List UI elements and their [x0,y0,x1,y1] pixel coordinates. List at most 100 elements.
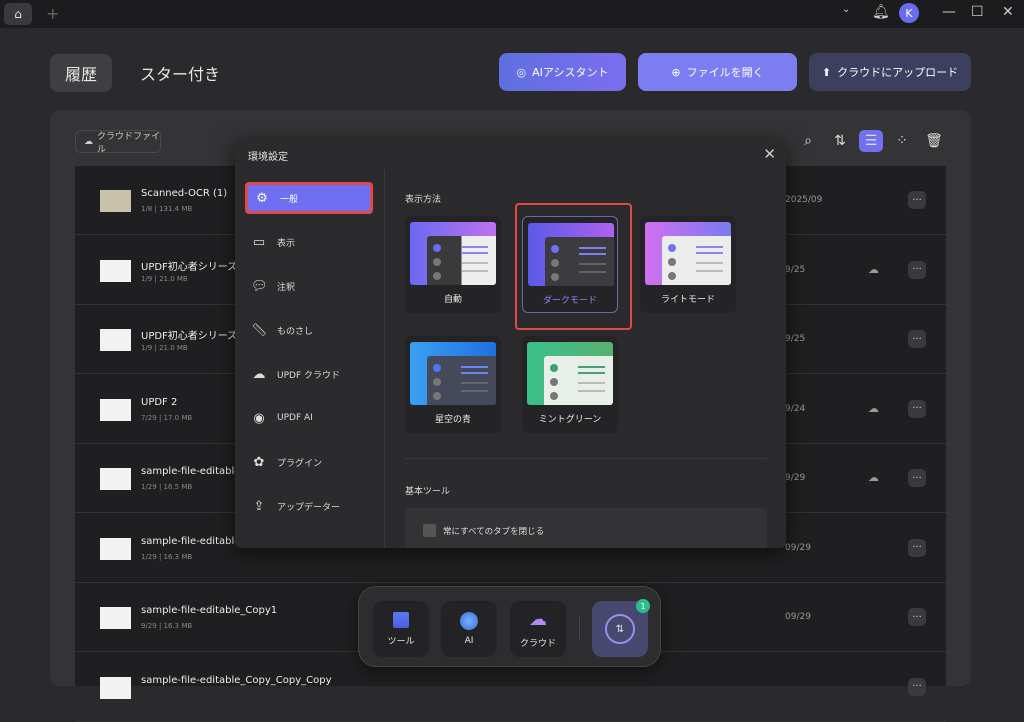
cloud-files-button[interactable]: ☁ クラウドファイル [75,130,161,155]
theme-option[interactable]: ミントグリーン [522,336,618,433]
sidebar-item-comment[interactable]: 💬︎ 注釈 [245,270,373,302]
more-options-button[interactable]: ··· [908,677,926,696]
ai-icon: ◎ [516,65,527,79]
file-name: Scanned-OCR (1) [141,188,228,199]
close-icon[interactable]: ✕ [1002,4,1014,20]
title-bar: ⌂ + ⌄ 🔔︎ K — ☐ ✕ [0,0,1024,28]
sidebar-item-layout[interactable]: ▭ 表示 [245,226,373,258]
file-thumbnail [100,676,131,699]
file-meta: 1/29 | 16.3 MB [141,552,193,561]
sort-icon[interactable]: ⇅ [828,130,852,152]
more-options-button[interactable]: ··· [908,191,926,209]
theme-option[interactable]: 自動 [405,216,501,313]
ruler-icon: 📏︎ [251,322,268,338]
cloud-synced-icon: ☁ [868,471,879,484]
general-settings: 表示方法 自動 ダークモード ライトモード 星空の青 ミントグリーン 基本ツール… [386,170,786,548]
theme-option[interactable]: 星空の青 [405,336,501,433]
notification-badge: 1 [636,599,650,613]
new-tab-icon[interactable]: + [46,4,59,23]
ai-icon: ◉ [253,410,265,426]
close-dialog-icon[interactable]: ✕ [763,145,776,163]
bottom-dock: ツール AI ☁ クラウド ⇅ 1 [358,586,661,667]
tools-button[interactable]: ツール [373,601,429,657]
cloud-upload-button[interactable]: ⬆ クラウドにアップロード [809,53,971,91]
file-name: UPDF 2 [141,396,178,408]
more-options-button[interactable]: ··· [908,330,926,348]
file-date: 9/24 [785,403,806,414]
ai-orb-icon [460,612,478,630]
grid-view-icon[interactable]: ⁘ [890,130,914,152]
file-name: UPDF初心者シリーズ [141,331,238,342]
highlight-box [515,203,632,330]
sync-button[interactable]: ⇅ 1 [592,599,650,657]
close-all-tabs-checkbox[interactable] [423,524,436,537]
theme-preview [410,342,496,405]
search-icon[interactable]: ⌕ [796,130,820,152]
list-view-icon[interactable]: ☰ [859,130,883,152]
display-mode-heading: 表示方法 [405,195,442,205]
basic-tools-heading: 基本ツール [405,487,451,497]
ai-button[interactable]: AI [441,601,497,657]
layout-icon: ▭ [252,234,266,250]
preferences-sidebar: ⚙ 一般 ▭ 表示 💬︎ 注釈 📏︎ ものさし ☁ UPDF クラウド ◉ UPDF AI ✿ プラグイン… [235,170,385,548]
sidebar-item-plugin[interactable]: ✿ プラグイン [245,446,373,478]
cloud-button[interactable]: ☁ クラウド [510,601,566,657]
avatar[interactable]: K [899,3,919,23]
cloud-icon: ☁ [529,609,547,630]
cloud-synced-icon: ☁ [868,262,879,276]
theme-preview [527,342,613,405]
theme-label: ライトモード [660,295,715,305]
theme-label: 自動 [443,295,462,305]
theme-preview [410,222,496,285]
file-name: sample-file-editable_Copy1 [141,605,278,616]
file-date: 9/25 [785,334,806,344]
ai-assistant-button[interactable]: ◎ AIアシスタント [499,53,626,91]
dock-divider [579,617,580,639]
comment-icon: 💬︎ [251,278,268,294]
sidebar-item-ruler[interactable]: 📏︎ ものさし [245,314,373,346]
basic-tools-box: 常にすべてのタブを閉じる [405,508,767,548]
minimize-icon[interactable]: — [942,4,956,20]
bell-icon[interactable]: 🔔︎ [872,4,890,20]
tab-history[interactable]: 履歴 [50,54,112,92]
sidebar-item-ai[interactable]: ◉ UPDF AI [245,402,373,434]
more-options-button[interactable]: ··· [908,469,926,487]
trash-icon[interactable]: 🗑︎ [922,130,946,152]
preferences-dialog: 環境設定 ✕ ⚙ 一般 ▭ 表示 💬︎ 注釈 📏︎ ものさし ☁ UPDF クラウド ◉ UPDF A… [235,140,786,548]
dialog-title: 環境設定 [248,152,288,163]
file-name: sample-file-editable_Copy_Copy_Copy [141,674,332,686]
sidebar-item-gear[interactable]: ⚙ 一般 [245,182,373,214]
tab-starred[interactable]: スター付き [140,54,220,92]
file-thumbnail [100,537,131,560]
file-date: 9/29 [785,473,806,483]
divider [405,458,767,459]
file-meta: 1/29 | 16.5 MB [141,483,193,491]
sync-icon: ⇅ [605,614,635,644]
more-options-button[interactable]: ··· [908,260,926,279]
close-all-tabs-label: 常にすべてのタブを閉じる [443,527,545,537]
file-meta: 1/9 | 21.0 MB [141,274,188,283]
update-icon: ⇪ [253,498,265,514]
file-thumbnail [100,468,131,490]
file-thumbnail [100,607,131,629]
upload-icon: ⬆ [821,65,832,79]
home-tab[interactable]: ⌂ [4,3,32,25]
sidebar-item-update[interactable]: ⇪ アップデーター [245,490,373,522]
file-date: 09/29 [785,612,811,622]
file-date: 09/29 [785,542,811,553]
cloud-icon: ☁ [84,136,93,147]
more-options-button[interactable]: ··· [908,538,926,557]
chevron-down-icon[interactable]: ⌄ [842,4,850,15]
theme-label: 星空の青 [434,415,471,425]
file-meta: 1/8 | 131.4 MB [141,205,193,213]
sidebar-item-cloud[interactable]: ☁ UPDF クラウド [245,358,373,390]
file-date: 9/25 [785,264,806,275]
more-options-button[interactable]: ··· [908,399,926,418]
file-thumbnail [100,329,131,351]
maximize-icon[interactable]: ☐ [971,4,984,20]
open-file-button[interactable]: ⊕ ファイルを開く [638,53,797,91]
more-options-button[interactable]: ··· [908,608,926,626]
file-name: sample-file-editable [141,466,241,477]
theme-option[interactable]: ライトモード [640,216,736,313]
gear-icon: ⚙ [256,190,268,206]
